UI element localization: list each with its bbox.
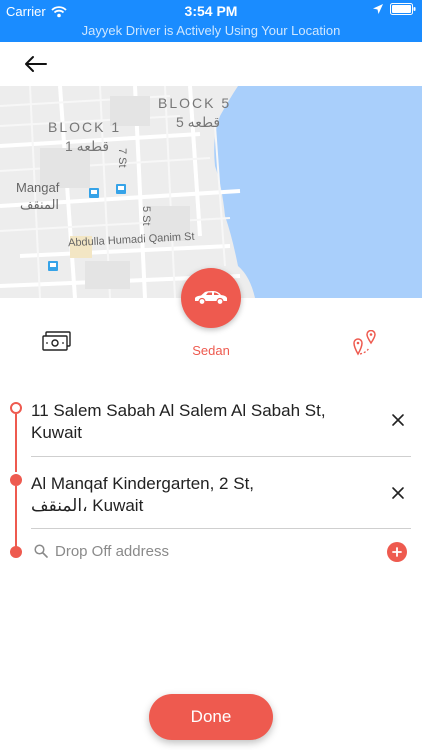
map-label-block5-en: BLOCK 5 <box>158 95 232 111</box>
location-arrow-icon <box>373 4 383 14</box>
clear-stop-icon[interactable] <box>388 483 408 503</box>
map-label-area-en: Mangaf <box>16 180 60 195</box>
status-bar: Carrier 3:54 PM <box>0 0 422 22</box>
clear-pickup-icon[interactable] <box>388 410 408 430</box>
stop-marker <box>10 474 22 486</box>
map-label-block1-en: BLOCK 1 <box>48 119 122 135</box>
arrow-left-icon[interactable] <box>22 52 50 76</box>
route-connector <box>15 486 17 548</box>
battery-icon <box>390 3 416 15</box>
location-usage-banner[interactable]: Jayyek Driver is Actively Using Your Loc… <box>0 22 422 42</box>
done-button[interactable]: Done <box>149 694 273 740</box>
pickup-address[interactable]: 11 Salem Sabah Al Salem Al Sabah St, Kuw… <box>31 400 331 444</box>
dropoff-marker <box>10 546 22 558</box>
search-icon <box>34 544 48 558</box>
pickup-marker <box>10 402 22 414</box>
add-stop-button[interactable] <box>387 542 407 562</box>
status-time: 3:54 PM <box>184 3 238 19</box>
divider <box>31 456 411 457</box>
route-pins-icon[interactable] <box>352 330 378 356</box>
stop-address[interactable]: Al Manqaf Kindergarten, 2 St, المنقف، Ku… <box>31 473 331 517</box>
status-right <box>372 3 416 15</box>
plus-icon <box>392 547 402 557</box>
map-label-street-5: 5 St <box>140 206 152 226</box>
dropoff-address-input[interactable] <box>55 540 375 562</box>
stop-address-line1: Al Manqaf Kindergarten, 2 St, <box>31 474 255 493</box>
stop-address-line2: المنقف، Kuwait <box>31 496 144 515</box>
car-icon <box>195 291 227 306</box>
map-label-street-7: 7 St <box>116 148 128 168</box>
nav-bar <box>0 42 422 86</box>
map-label-block5-ar: قطعه 5 <box>176 114 221 130</box>
map-label-block1-ar: قطعه 1 <box>65 138 110 154</box>
cash-icon[interactable] <box>42 331 72 353</box>
route-connector <box>15 414 17 472</box>
vehicle-select-button[interactable] <box>181 268 241 328</box>
map-label-area-ar: المنقف <box>20 197 60 212</box>
divider <box>31 528 411 529</box>
map-view[interactable]: BLOCK 5 قطعه 5 BLOCK 1 قطعه 1 Mangaf الم… <box>0 86 422 298</box>
